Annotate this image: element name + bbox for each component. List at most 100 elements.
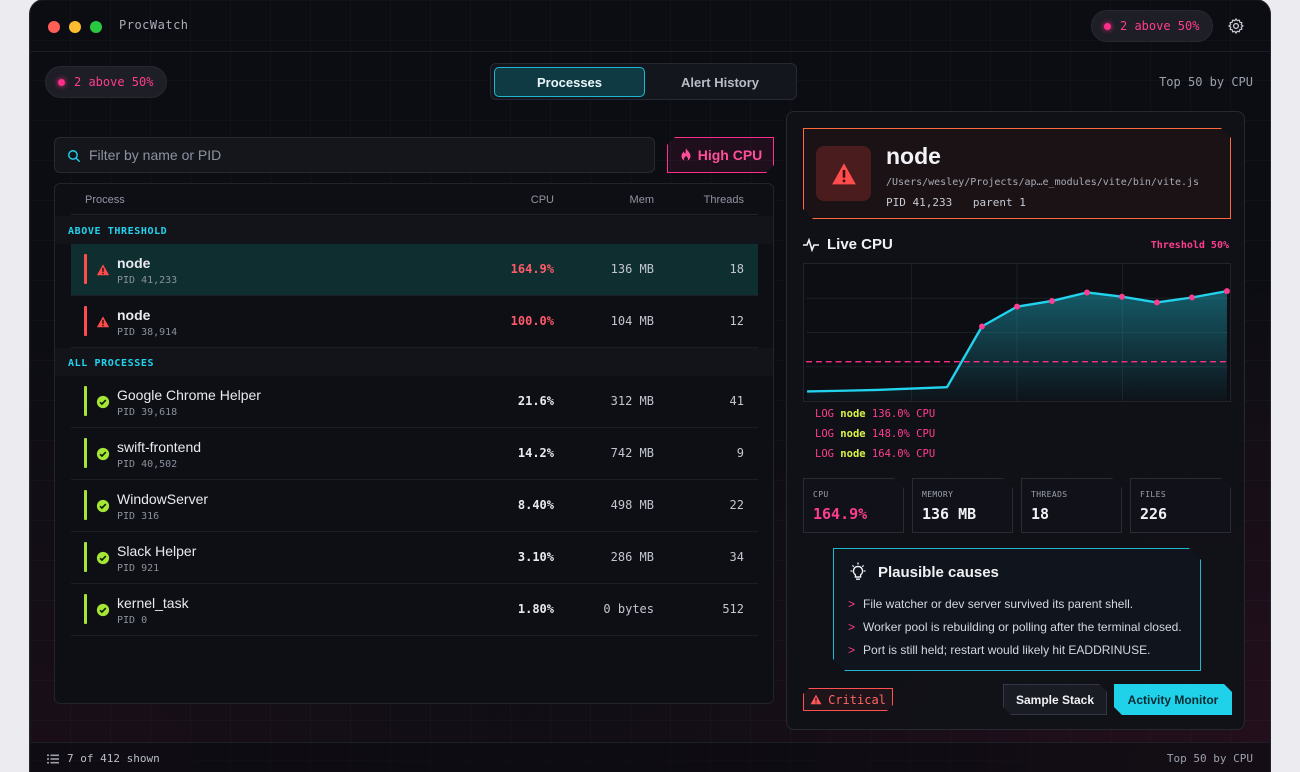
pulse-icon xyxy=(803,237,819,252)
stat-value: 136 MB xyxy=(922,505,977,523)
severity-badge: Critical xyxy=(803,688,893,711)
table-row[interactable]: node PID 41,233 164.9% 136 MB 18 xyxy=(71,244,758,296)
log-process: node xyxy=(840,428,866,440)
process-pid: PID 0 xyxy=(117,615,148,626)
cpu-point xyxy=(1119,293,1125,300)
stat-value: 226 xyxy=(1140,505,1168,523)
stat-card-threads: THREADS 18 xyxy=(1021,478,1122,533)
sample-stack-button[interactable]: Sample Stack xyxy=(1003,684,1107,715)
process-table: Process CPU Mem Threads ABOVE THRESHOLD … xyxy=(54,183,774,704)
threshold-label: Threshold 50% xyxy=(1150,240,1229,251)
gear-icon[interactable] xyxy=(1227,17,1245,35)
activity-monitor-button[interactable]: Activity Monitor xyxy=(1114,684,1232,715)
process-cpu: 100.0% xyxy=(510,314,554,328)
stat-card-files: FILES 226 xyxy=(1130,478,1231,533)
table-row[interactable]: Slack Helper PID 921 3.10% 286 MB 34 xyxy=(71,532,758,584)
row-status-bar xyxy=(84,542,87,572)
alert-count-pill[interactable]: 2 above 50% xyxy=(1091,10,1214,42)
check-circle-icon xyxy=(96,499,110,513)
log-tag: LOG xyxy=(815,448,834,460)
column-header-cpu[interactable]: CPU xyxy=(531,194,554,206)
process-pid: PID 41,233 xyxy=(886,196,953,209)
process-parent: parent 1 xyxy=(972,196,1026,209)
table-header: Process CPU Mem Threads xyxy=(71,184,758,215)
cpu-point xyxy=(1049,298,1055,304)
process-meta: PID 41,233 parent 1 xyxy=(886,196,1026,209)
process-name: swift-frontend xyxy=(117,439,202,455)
warning-icon xyxy=(96,264,110,276)
cause-item: > Port is still held; restart would likel… xyxy=(848,643,1151,657)
search-input[interactable] xyxy=(89,138,629,172)
column-header-threads[interactable]: Threads xyxy=(704,194,744,206)
app-title: ProcWatch xyxy=(119,18,189,32)
process-pid: PID 921 xyxy=(117,563,160,574)
table-row[interactable]: swift-frontend PID 40,502 14.2% 742 MB 9 xyxy=(71,428,758,480)
table-row[interactable]: Google Chrome Helper PID 39,618 21.6% 31… xyxy=(71,376,758,428)
log-line: LOG node 148.0% CPU xyxy=(815,428,935,440)
process-pid: PID 40,502 xyxy=(117,459,178,470)
process-cpu: 21.6% xyxy=(517,394,554,408)
tab-processes[interactable]: Processes xyxy=(494,67,645,97)
row-status-bar xyxy=(84,490,87,520)
process-pid: PID 316 xyxy=(117,511,160,522)
process-mem: 498 MB xyxy=(610,498,654,512)
title-bar: ProcWatch 2 above 50% xyxy=(30,0,1270,52)
cause-text: File watcher or dev server survived its … xyxy=(863,597,1134,611)
severity-label: Critical xyxy=(828,692,886,707)
alert-summary-pill[interactable]: 2 above 50% xyxy=(45,66,168,98)
warning-icon xyxy=(810,694,822,705)
process-cpu: 14.2% xyxy=(517,446,554,460)
row-status-bar xyxy=(84,254,87,284)
check-circle-icon xyxy=(96,395,110,409)
process-path: /Users/wesley/Projects/ap…e_modules/vite… xyxy=(886,177,1200,188)
check-circle-icon xyxy=(96,551,110,565)
warning-badge xyxy=(816,146,871,201)
zoom-window-button[interactable] xyxy=(90,21,102,33)
check-circle-icon xyxy=(96,447,110,461)
process-title: node xyxy=(886,143,941,169)
process-cpu: 3.10% xyxy=(517,550,554,564)
process-mem: 0 bytes xyxy=(603,602,654,616)
group-header-above-threshold: ABOVE THRESHOLD xyxy=(55,216,773,244)
cpu-point xyxy=(1154,299,1160,306)
close-window-button[interactable] xyxy=(48,21,60,33)
stat-value: 18 xyxy=(1031,505,1050,523)
process-name: Google Chrome Helper xyxy=(117,387,261,403)
status-bar: 7 of 412 shown Top 50 by CPU xyxy=(30,742,1270,772)
table-row[interactable]: WindowServer PID 316 8.40% 498 MB 22 xyxy=(71,480,758,532)
row-status-bar xyxy=(84,306,87,336)
high-cpu-filter-button[interactable]: High CPU xyxy=(667,137,774,173)
cpu-point xyxy=(1188,294,1195,301)
stat-label: CPU xyxy=(813,490,829,499)
cpu-point xyxy=(1223,288,1230,295)
live-cpu-heading: Live CPU xyxy=(803,236,893,253)
cpu-point xyxy=(1084,289,1090,296)
log-tag: LOG xyxy=(815,428,834,440)
process-name: node xyxy=(117,255,151,271)
warning-icon xyxy=(96,316,110,328)
search-field[interactable] xyxy=(54,137,655,173)
cpu-point xyxy=(979,323,985,330)
process-pid: PID 38,914 xyxy=(117,327,178,338)
tab-alert-history[interactable]: Alert History xyxy=(645,67,795,97)
minimize-window-button[interactable] xyxy=(69,21,81,33)
live-cpu-title: Live CPU xyxy=(827,236,893,253)
row-status-bar xyxy=(84,386,87,416)
cause-text: Worker pool is rebuilding or polling aft… xyxy=(863,620,1182,634)
column-header-process[interactable]: Process xyxy=(85,194,125,206)
process-threads: 22 xyxy=(729,498,744,512)
live-cpu-chart xyxy=(803,263,1231,402)
table-row[interactable]: kernel_task PID 0 1.80% 0 bytes 512 xyxy=(71,584,758,636)
stat-label: FILES xyxy=(1140,490,1167,499)
row-status-bar xyxy=(84,438,87,468)
process-threads: 41 xyxy=(729,394,744,408)
footer-sort-label: Top 50 by CPU xyxy=(1166,752,1253,765)
cpu-point xyxy=(1014,303,1020,310)
table-row[interactable]: node PID 38,914 100.0% 104 MB 12 xyxy=(71,296,758,348)
flame-icon xyxy=(679,147,693,163)
lightbulb-icon xyxy=(848,562,868,582)
stat-card-cpu: CPU 164.9% xyxy=(803,478,904,533)
process-name: node xyxy=(117,307,151,323)
column-header-mem[interactable]: Mem xyxy=(630,194,654,206)
row-count-label: 7 of 412 shown xyxy=(67,752,160,765)
